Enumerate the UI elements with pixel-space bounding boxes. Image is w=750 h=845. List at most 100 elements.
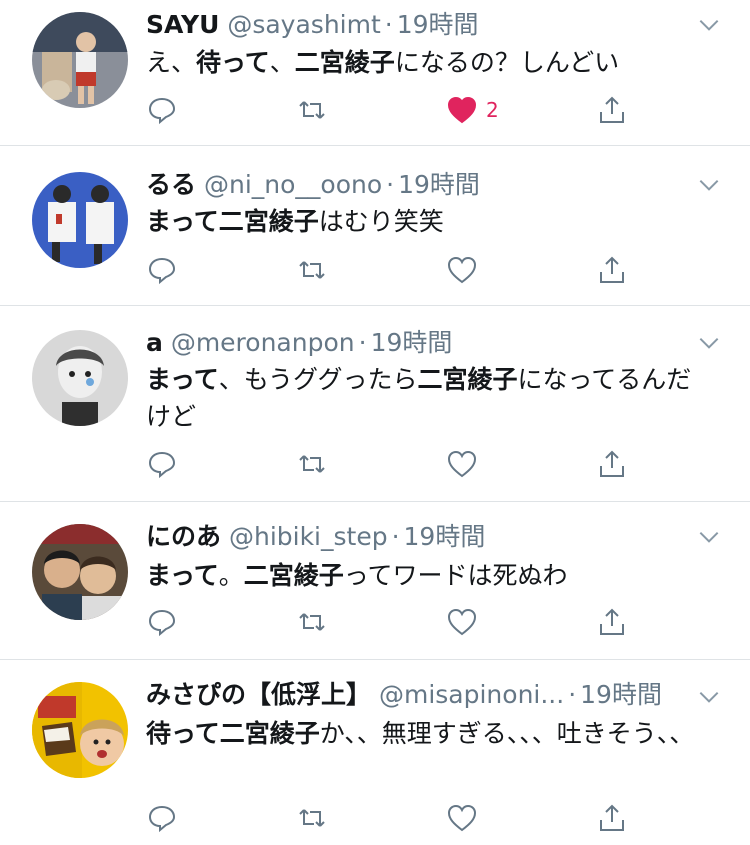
reply-button[interactable]	[146, 252, 178, 288]
tweet-actions	[146, 800, 636, 836]
retweet-icon	[299, 809, 325, 827]
tweet-item[interactable]: にのあ @hibiki_step · 19時間 まって。二宮綾子ってワードは死ぬわ	[0, 502, 750, 660]
tweet-actions	[146, 252, 636, 288]
chevron-down-icon[interactable]	[696, 172, 722, 198]
share-button[interactable]	[596, 92, 628, 128]
tweet-item[interactable]: a @meronanpon · 19時間 まって、もうググったら二宮綾子になってるん…	[0, 306, 750, 502]
retweet-icon	[299, 613, 325, 631]
avatar[interactable]	[32, 682, 128, 778]
tweet-header: みさぴの【低浮上】 @misapinoni... · 19時間	[146, 678, 690, 712]
avatar[interactable]	[32, 524, 128, 620]
tweet-actions	[146, 604, 636, 640]
share-icon	[600, 256, 624, 283]
share-button[interactable]	[596, 446, 628, 482]
share-button[interactable]	[596, 800, 628, 836]
reply-icon	[148, 609, 176, 637]
tweet-item[interactable]: るる @ni_no__oono · 19時間 まって二宮綾子はむり笑笑	[0, 146, 750, 306]
tweet-text: まって。二宮綾子ってワードは死ぬわ	[146, 557, 710, 594]
share-icon	[600, 804, 624, 831]
separator-dot: ·	[384, 10, 393, 39]
display-name[interactable]: にのあ	[146, 522, 221, 551]
avatar[interactable]	[32, 12, 128, 108]
tweet-text: え、待って、二宮綾子になるの？しんどい	[146, 44, 710, 81]
tweet-text-segment: になるの？しんどい	[394, 48, 620, 77]
timestamp[interactable]: 19時間	[404, 522, 486, 551]
share-icon	[600, 96, 624, 123]
separator-dot: ·	[568, 680, 577, 709]
tweet-text-bold: 待って二宮綾子	[146, 719, 320, 748]
tweet-header: るる @ni_no__oono · 19時間	[146, 168, 690, 202]
user-handle[interactable]: @hibiki_step	[229, 522, 388, 551]
share-icon	[600, 608, 624, 635]
like-icon	[447, 608, 477, 636]
tweet-text: まって二宮綾子はむり笑笑	[146, 203, 710, 240]
reply-button[interactable]	[146, 92, 178, 128]
tweet-actions: 2	[146, 92, 636, 128]
tweet-text-segment: 、	[269, 48, 295, 77]
retweet-icon	[299, 455, 325, 473]
tweet-item[interactable]: SAYU @sayashimt · 19時間 え、待って、二宮綾子になるの？しんどい…	[0, 0, 750, 146]
retweet-button[interactable]	[296, 252, 328, 288]
tweet-text-segment: え、	[146, 48, 197, 77]
timestamp[interactable]: 19時間	[398, 170, 480, 199]
like-button[interactable]	[446, 446, 478, 482]
share-button[interactable]	[596, 604, 628, 640]
tweet-text-segment: ってワードは死ぬわ	[343, 561, 568, 590]
user-handle[interactable]: @ni_no__oono	[204, 170, 382, 199]
tweet-text-segment: はむり笑笑	[318, 207, 444, 236]
like-count: 2	[486, 98, 499, 122]
chevron-down-icon[interactable]	[696, 524, 722, 550]
chevron-down-icon[interactable]	[696, 330, 722, 356]
user-handle[interactable]: @misapinoni...	[379, 680, 564, 709]
retweet-button[interactable]	[296, 446, 328, 482]
timestamp[interactable]: 19時間	[580, 680, 662, 709]
user-handle[interactable]: @sayashimt	[227, 10, 380, 39]
retweet-button[interactable]	[296, 800, 328, 836]
avatar[interactable]	[32, 330, 128, 426]
reply-icon	[148, 451, 176, 479]
like-icon	[447, 256, 477, 284]
display-name[interactable]: るる	[146, 170, 196, 199]
like-button[interactable]	[446, 800, 478, 836]
like-icon	[447, 450, 477, 478]
like-button[interactable]	[446, 604, 478, 640]
tweet-header: SAYU @sayashimt · 19時間	[146, 8, 690, 42]
chevron-down-icon[interactable]	[696, 684, 722, 710]
tweet-header: a @meronanpon · 19時間	[146, 326, 690, 360]
like-button[interactable]: 2	[446, 92, 499, 128]
display-name[interactable]: a	[146, 328, 163, 357]
separator-dot: ·	[391, 522, 400, 551]
display-name[interactable]: みさぴの【低浮上】	[146, 680, 371, 709]
separator-dot: ·	[358, 328, 367, 357]
separator-dot: ·	[386, 170, 395, 199]
reply-button[interactable]	[146, 446, 178, 482]
tweet-item[interactable]: みさぴの【低浮上】 @misapinoni... · 19時間 待って二宮綾子か、、…	[0, 660, 750, 845]
reply-button[interactable]	[146, 800, 178, 836]
tweet-text-bold: 二宮綾子	[417, 365, 518, 394]
timestamp[interactable]: 19時間	[397, 10, 479, 39]
reply-icon	[148, 805, 176, 833]
tweet-text-bold: まって二宮綾子	[146, 207, 319, 236]
tweet-text-bold: 二宮綾子	[243, 561, 344, 590]
avatar[interactable]	[32, 172, 128, 268]
tweet-text-bold: まって	[146, 365, 219, 394]
retweet-button[interactable]	[296, 92, 328, 128]
tweet-actions	[146, 446, 636, 482]
share-icon	[600, 450, 624, 477]
tweet-text-segment: 。	[218, 561, 244, 590]
reply-icon	[148, 257, 176, 285]
retweet-button[interactable]	[296, 604, 328, 640]
retweet-icon	[299, 101, 325, 119]
tweet-header: にのあ @hibiki_step · 19時間	[146, 520, 690, 554]
timestamp[interactable]: 19時間	[371, 328, 453, 357]
tweet-text-segment: 、もうググったら	[218, 365, 418, 394]
like-button[interactable]	[446, 252, 478, 288]
user-handle[interactable]: @meronanpon	[171, 328, 355, 357]
share-button[interactable]	[596, 252, 628, 288]
reply-icon	[148, 97, 176, 125]
chevron-down-icon[interactable]	[696, 12, 722, 38]
retweet-icon	[299, 261, 325, 279]
reply-button[interactable]	[146, 604, 178, 640]
tweet-text-bold: まって	[146, 561, 219, 590]
display-name[interactable]: SAYU	[146, 10, 219, 39]
